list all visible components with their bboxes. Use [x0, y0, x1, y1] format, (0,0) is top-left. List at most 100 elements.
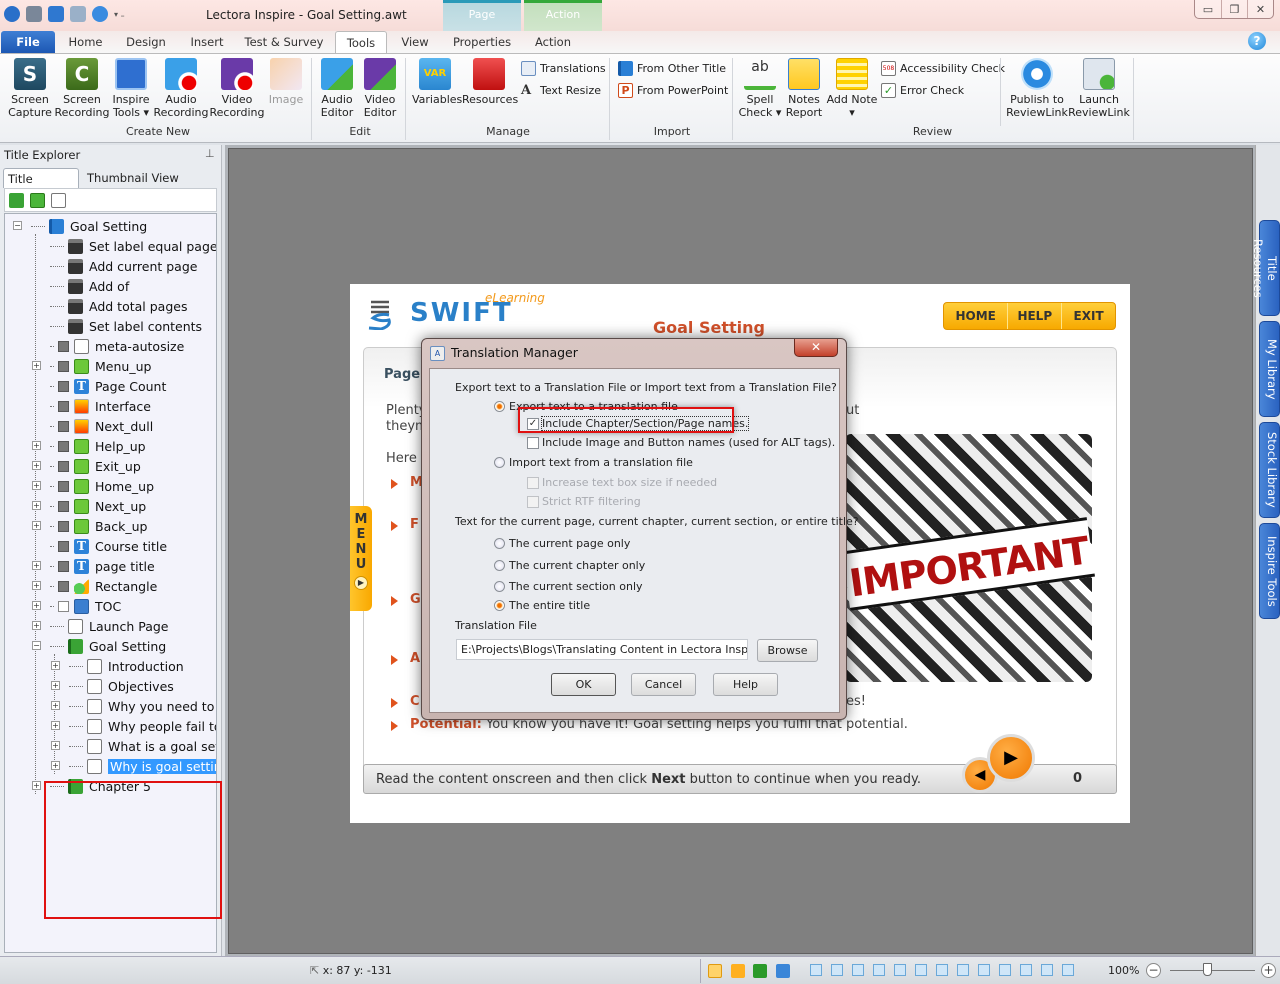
visibility-toggle[interactable] [58, 360, 69, 372]
publish-reviewlink-button[interactable]: Publish to ReviewLink [1006, 58, 1068, 119]
expand-icon[interactable]: + [32, 601, 41, 610]
expand-icon[interactable]: + [51, 741, 60, 750]
tree-item[interactable]: Add of [50, 276, 129, 296]
tab-inspire-tools[interactable]: Inspire Tools [1259, 523, 1280, 619]
lectora-logo-icon[interactable] [4, 6, 20, 22]
align-tool-icon[interactable] [873, 964, 885, 976]
zoom-slider-thumb[interactable] [1203, 963, 1213, 976]
next-button[interactable]: ▶ [987, 734, 1035, 782]
publish-icon[interactable] [92, 6, 108, 22]
visibility-toggle[interactable] [58, 480, 69, 492]
tab-title-explorer[interactable]: Title Explorer [3, 168, 79, 200]
tree-item[interactable]: + Menu_up [32, 356, 151, 376]
align-tool-icon[interactable] [894, 964, 906, 976]
tree-item[interactable]: meta-autosize [50, 336, 184, 356]
spell-check-button[interactable]: ab Spell Check ▾ [738, 58, 782, 119]
expand-icon[interactable]: + [32, 441, 41, 450]
align-tool-icon[interactable] [915, 964, 927, 976]
home-button[interactable]: HOME [944, 303, 1007, 329]
redo-icon[interactable] [70, 6, 86, 22]
tree-item[interactable]: − Goal Setting [13, 216, 147, 236]
zoom-in-button[interactable]: + [1261, 963, 1276, 978]
add-page-icon[interactable] [51, 193, 66, 208]
visibility-toggle[interactable] [58, 460, 69, 472]
expand-icon[interactable]: + [32, 621, 41, 630]
checkbox-increase-textbox[interactable]: Increase text box size if needed [527, 476, 717, 489]
browser-preview-icon[interactable] [776, 964, 790, 978]
tab-action[interactable]: Action [527, 31, 579, 53]
tree-item[interactable]: T Course title [50, 536, 167, 556]
tree-item[interactable]: + Exit_up [32, 456, 141, 476]
radio-entire-title[interactable]: The entire title [494, 599, 590, 612]
help-button[interactable]: Help [713, 673, 778, 696]
help-icon[interactable]: ? [1248, 32, 1266, 50]
notes-report-button[interactable]: Notes Report [784, 58, 824, 119]
align-tool-icon[interactable] [936, 964, 948, 976]
collapse-icon[interactable]: − [32, 641, 41, 650]
visibility-toggle[interactable] [58, 560, 69, 572]
tab-stock-library[interactable]: Stock Library [1259, 422, 1280, 518]
tab-insert[interactable]: Insert [184, 31, 230, 53]
zoom-slider-track[interactable] [1170, 970, 1255, 971]
radio-current-chapter[interactable]: The current chapter only [494, 559, 645, 572]
tree-item[interactable]: + Rectangle [32, 576, 157, 596]
text-resize-button[interactable]: A Text Resize [521, 83, 601, 98]
expand-icon[interactable]: + [51, 681, 60, 690]
visibility-toggle[interactable] [58, 440, 69, 452]
menu-tab[interactable]: M E N U ▶ [350, 506, 372, 611]
tree-item[interactable]: − Goal Setting [32, 636, 166, 656]
tree-item[interactable]: Interface [50, 396, 151, 416]
tab-thumbnail-view[interactable]: Thumbnail View [83, 168, 183, 188]
tab-view[interactable]: View [396, 31, 434, 53]
tree-item[interactable]: + TOC [32, 596, 121, 616]
align-tool-icon[interactable] [978, 964, 990, 976]
zoom-out-button[interactable]: − [1146, 963, 1161, 978]
variables-button[interactable]: VAR Variables [412, 58, 462, 106]
visibility-toggle[interactable] [58, 520, 69, 532]
from-other-title-button[interactable]: From Other Title [618, 61, 726, 76]
video-recording-button[interactable]: Video Recording [209, 58, 265, 119]
radio-import[interactable]: Import text from a translation file [494, 456, 693, 469]
expand-icon[interactable]: + [32, 781, 41, 790]
align-tool-icon[interactable] [1041, 964, 1053, 976]
align-tool-icon[interactable] [957, 964, 969, 976]
tree-item[interactable]: + What is a goal settir [51, 736, 216, 756]
tree-item[interactable]: + Why you need to ha [51, 696, 216, 716]
visibility-toggle[interactable] [58, 580, 69, 592]
tree-item[interactable]: + Tpage title [32, 556, 155, 576]
from-powerpoint-button[interactable]: P From PowerPoint [618, 83, 728, 98]
align-tool-icon[interactable] [1020, 964, 1032, 976]
tree-item[interactable]: + Introduction [51, 656, 184, 676]
tree-item[interactable]: Add total pages [50, 296, 187, 316]
run-mode-icon[interactable] [731, 964, 745, 978]
visibility-toggle[interactable] [58, 600, 69, 612]
audio-recording-button[interactable]: Audio Recording [153, 58, 209, 119]
save-icon[interactable] [26, 6, 42, 22]
visibility-toggle[interactable] [58, 380, 69, 392]
accessibility-check-button[interactable]: 508 Accessibility Check [881, 61, 1005, 76]
preview-icon[interactable] [753, 964, 767, 978]
tree-item[interactable]: + Help_up [32, 436, 146, 456]
tree-item[interactable]: Next_dull [50, 416, 153, 436]
tree-item[interactable]: + Back_up [32, 516, 147, 536]
screen-capture-button[interactable]: S Screen Capture [8, 58, 52, 119]
translation-file-input[interactable]: E:\Projects\Blogs\Translating Content in… [456, 639, 748, 660]
add-section-icon[interactable] [30, 193, 45, 208]
expand-icon[interactable]: + [32, 361, 41, 370]
align-tool-icon[interactable] [999, 964, 1011, 976]
tab-title-resources[interactable]: Title Resources [1251, 220, 1280, 316]
expand-icon[interactable]: + [32, 501, 41, 510]
browse-button[interactable]: Browse [757, 639, 818, 662]
checkbox-include-alt[interactable]: Include Image and Button names (used for… [527, 436, 835, 449]
align-tool-icon[interactable] [852, 964, 864, 976]
help-button[interactable]: HELP [1007, 303, 1061, 329]
align-tool-icon[interactable] [831, 964, 843, 976]
expand-icon[interactable]: + [32, 581, 41, 590]
audio-editor-button[interactable]: Audio Editor [318, 58, 356, 119]
tree-item[interactable]: + Launch Page [32, 616, 169, 636]
tree-item-selected[interactable]: + Why is goal setting [51, 756, 216, 776]
tab-tools[interactable]: Tools [335, 31, 387, 53]
expand-icon[interactable]: + [32, 461, 41, 470]
expand-icon[interactable]: + [32, 521, 41, 530]
tree-item[interactable]: + Home_up [32, 476, 154, 496]
